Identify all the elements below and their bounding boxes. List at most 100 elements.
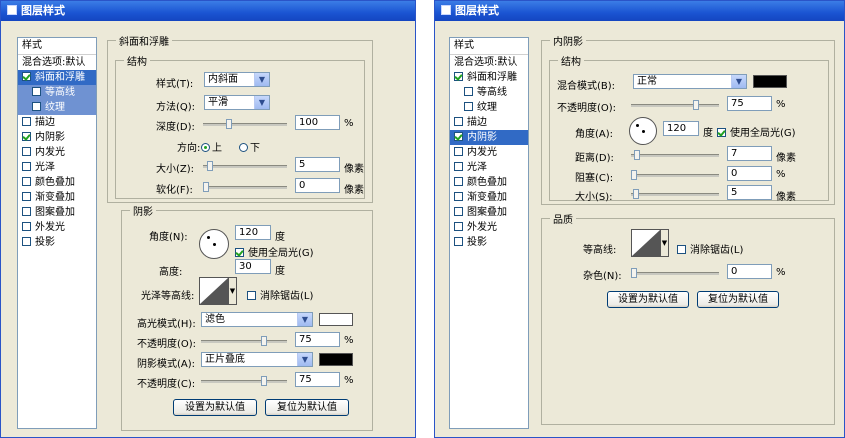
sidebar-item-blending-options[interactable]: 混合选项:默认 xyxy=(450,55,528,70)
sidebar-item-outer-glow[interactable]: 外发光 xyxy=(450,220,528,235)
radio-icon[interactable] xyxy=(201,143,210,152)
distance-slider[interactable] xyxy=(631,150,719,160)
sidebar-item-satin[interactable]: 光泽 xyxy=(18,160,96,175)
distance-input[interactable]: 7 xyxy=(727,146,772,161)
checkbox-icon[interactable] xyxy=(22,162,31,171)
checkbox-icon[interactable] xyxy=(22,72,31,81)
anti-alias-checkbox[interactable]: 消除锯齿(L) xyxy=(247,287,313,302)
checkbox-icon[interactable] xyxy=(22,117,31,126)
angle-dial[interactable] xyxy=(629,117,657,145)
slider-thumb[interactable] xyxy=(693,100,699,110)
slider-thumb[interactable] xyxy=(261,376,267,386)
depth-slider[interactable] xyxy=(203,119,287,129)
slider-thumb[interactable] xyxy=(203,182,209,192)
shadow-color-swatch[interactable] xyxy=(319,353,353,366)
highlight-opacity-slider[interactable] xyxy=(201,336,287,346)
checkbox-icon[interactable] xyxy=(454,192,463,201)
contour-picker[interactable] xyxy=(631,229,661,257)
sidebar-item-stroke[interactable]: 描边 xyxy=(18,115,96,130)
shadow-opacity-input[interactable]: 75 xyxy=(295,372,340,387)
slider-thumb[interactable] xyxy=(631,170,637,180)
slider-thumb[interactable] xyxy=(631,268,637,278)
sidebar-item-pattern-overlay[interactable]: 图案叠加 xyxy=(450,205,528,220)
slider-thumb[interactable] xyxy=(226,119,232,129)
sidebar-item-gradient-overlay[interactable]: 渐变叠加 xyxy=(450,190,528,205)
style-select[interactable]: 内斜面 ▼ xyxy=(204,72,270,87)
choke-input[interactable]: 0 xyxy=(727,166,772,181)
reset-default-button[interactable]: 复位为默认值 xyxy=(697,291,779,308)
angle-dial[interactable] xyxy=(199,229,229,259)
sidebar-item-satin[interactable]: 光泽 xyxy=(450,160,528,175)
blend-mode-select[interactable]: 正常 ▼ xyxy=(633,74,747,89)
sidebar-item-contour[interactable]: 等高线 xyxy=(450,85,528,100)
checkbox-icon[interactable] xyxy=(22,177,31,186)
choke-slider[interactable] xyxy=(631,170,719,180)
sidebar-item-gradient-overlay[interactable]: 渐变叠加 xyxy=(18,190,96,205)
sidebar-item-bevel-emboss[interactable]: 斜面和浮雕 xyxy=(450,70,528,85)
sidebar-item-pattern-overlay[interactable]: 图案叠加 xyxy=(18,205,96,220)
checkbox-icon[interactable] xyxy=(22,207,31,216)
sidebar-item-inner-glow[interactable]: 内发光 xyxy=(450,145,528,160)
slider-thumb[interactable] xyxy=(634,150,640,160)
checkbox-icon[interactable] xyxy=(22,132,31,141)
direction-down-option[interactable]: 下 xyxy=(239,139,260,154)
checkbox-icon[interactable] xyxy=(454,237,463,246)
reset-default-button[interactable]: 复位为默认值 xyxy=(265,399,349,416)
sidebar-item-inner-glow[interactable]: 内发光 xyxy=(18,145,96,160)
sidebar-item-blending-options[interactable]: 混合选项:默认 xyxy=(18,55,96,70)
checkbox-icon[interactable] xyxy=(22,237,31,246)
checkbox-icon[interactable] xyxy=(454,222,463,231)
checkbox-icon[interactable] xyxy=(464,102,473,111)
angle-input[interactable]: 120 xyxy=(663,121,699,136)
global-light-checkbox[interactable]: 使用全局光(G) xyxy=(717,124,796,139)
slider-thumb[interactable] xyxy=(261,336,267,346)
make-default-button[interactable]: 设置为默认值 xyxy=(173,399,257,416)
sidebar-item-contour[interactable]: 等高线 xyxy=(18,85,96,100)
anti-alias-checkbox[interactable]: 消除锯齿(L) xyxy=(677,241,743,256)
direction-up-option[interactable]: 上 xyxy=(201,139,222,154)
soften-input[interactable]: 0 xyxy=(295,178,340,193)
opacity-input[interactable]: 75 xyxy=(727,96,772,111)
shadow-color-swatch[interactable] xyxy=(753,75,787,88)
slider-thumb[interactable] xyxy=(207,161,213,171)
sidebar-item-texture[interactable]: 纹理 xyxy=(450,100,528,115)
shadow-mode-select[interactable]: 正片叠底 ▼ xyxy=(201,352,313,367)
slider-thumb[interactable] xyxy=(633,189,639,199)
technique-select[interactable]: 平滑 ▼ xyxy=(204,95,270,110)
sidebar-item-drop-shadow[interactable]: 投影 xyxy=(450,235,528,250)
checkbox-icon[interactable] xyxy=(454,132,463,141)
highlight-mode-select[interactable]: 滤色 ▼ xyxy=(201,312,313,327)
sidebar-item-texture[interactable]: 纹理 xyxy=(18,100,96,115)
checkbox-icon[interactable] xyxy=(22,222,31,231)
size-input[interactable]: 5 xyxy=(727,185,772,200)
altitude-input[interactable]: 30 xyxy=(235,259,271,274)
sidebar-item-inner-shadow[interactable]: 内阴影 xyxy=(450,130,528,145)
noise-input[interactable]: 0 xyxy=(727,264,772,279)
opacity-slider[interactable] xyxy=(631,100,719,110)
dialog-titlebar[interactable]: 图层样式 xyxy=(1,1,415,21)
gloss-contour-picker[interactable] xyxy=(199,277,229,305)
global-light-checkbox[interactable]: 使用全局光(G) xyxy=(235,244,314,259)
sidebar-item-color-overlay[interactable]: 颜色叠加 xyxy=(450,175,528,190)
angle-input[interactable]: 120 xyxy=(235,225,271,240)
checkbox-icon[interactable] xyxy=(717,128,726,137)
checkbox-icon[interactable] xyxy=(454,117,463,126)
sidebar-item-inner-shadow[interactable]: 内阴影 xyxy=(18,130,96,145)
depth-input[interactable]: 100 xyxy=(295,115,340,130)
checkbox-icon[interactable] xyxy=(247,291,256,300)
sidebar-item-outer-glow[interactable]: 外发光 xyxy=(18,220,96,235)
checkbox-icon[interactable] xyxy=(454,147,463,156)
highlight-color-swatch[interactable] xyxy=(319,313,353,326)
dialog-titlebar[interactable]: 图层样式 xyxy=(435,1,844,21)
checkbox-icon[interactable] xyxy=(677,245,686,254)
checkbox-icon[interactable] xyxy=(22,192,31,201)
size-slider[interactable] xyxy=(203,161,287,171)
checkbox-icon[interactable] xyxy=(22,147,31,156)
chevron-down-icon[interactable]: ▼ xyxy=(661,229,669,257)
radio-icon[interactable] xyxy=(239,143,248,152)
sidebar-item-color-overlay[interactable]: 颜色叠加 xyxy=(18,175,96,190)
noise-slider[interactable] xyxy=(631,268,719,278)
checkbox-icon[interactable] xyxy=(32,102,41,111)
checkbox-icon[interactable] xyxy=(454,207,463,216)
checkbox-icon[interactable] xyxy=(464,87,473,96)
